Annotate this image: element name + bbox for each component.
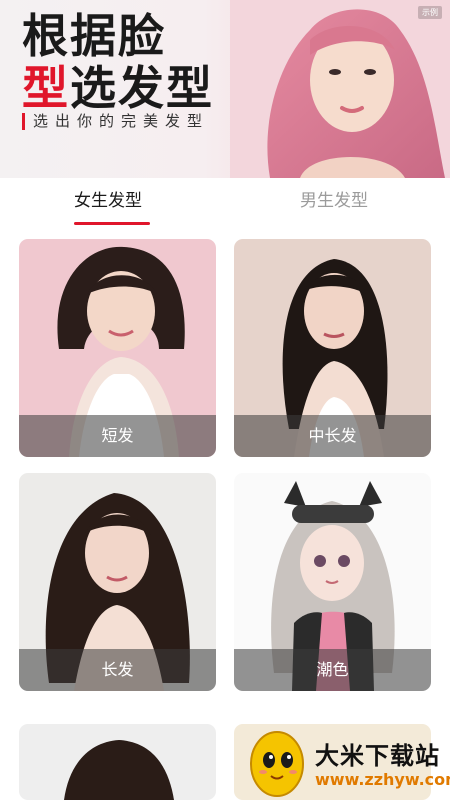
site-watermark: 大米下载站 www.zzhyw.com [245, 722, 450, 800]
card-partial-row3-left[interactable] [19, 724, 216, 800]
hero-title-highlight: 型 [22, 61, 70, 115]
hero-title-line2: 型选发型 [22, 62, 214, 114]
active-tab-indicator [74, 222, 150, 225]
hero-title: 根据脸 型选发型 [22, 10, 214, 114]
card-label-long-hair: 长发 [19, 649, 216, 691]
watermark-site-name: 大米下载站 [315, 742, 440, 770]
watermark-site-url: www.zzhyw.com [315, 770, 450, 789]
hero-banner[interactable]: 示例 根据脸 型选发型 选出你的完美发型 [0, 0, 450, 178]
card-label-trendy-color: 潮色 [234, 649, 431, 691]
hero-portrait-image [230, 0, 450, 178]
tab-female-hairstyles[interactable]: 女生发型 [74, 190, 142, 212]
tab-male-hairstyles[interactable]: 男生发型 [300, 190, 368, 212]
card-label-short-hair: 短发 [19, 415, 216, 457]
card-trendy-color[interactable]: 潮色 [234, 473, 431, 691]
card-short-hair[interactable]: 短发 [19, 239, 216, 457]
card-label-medium-long-hair: 中长发 [234, 415, 431, 457]
hero-subtitle: 选出你的完美发型 [22, 113, 209, 130]
card-long-hair[interactable]: 长发 [19, 473, 216, 691]
rice-mascot-logo-icon [250, 731, 304, 797]
partial-photo-left [19, 724, 216, 800]
hero-title-line1: 根据脸 [22, 9, 166, 63]
hero-corner-tag: 示例 [418, 6, 442, 19]
card-medium-long-hair[interactable]: 中长发 [234, 239, 431, 457]
hero-title-rest: 选发型 [70, 61, 214, 115]
gender-tabs: 女生发型 男生发型 [0, 178, 450, 228]
